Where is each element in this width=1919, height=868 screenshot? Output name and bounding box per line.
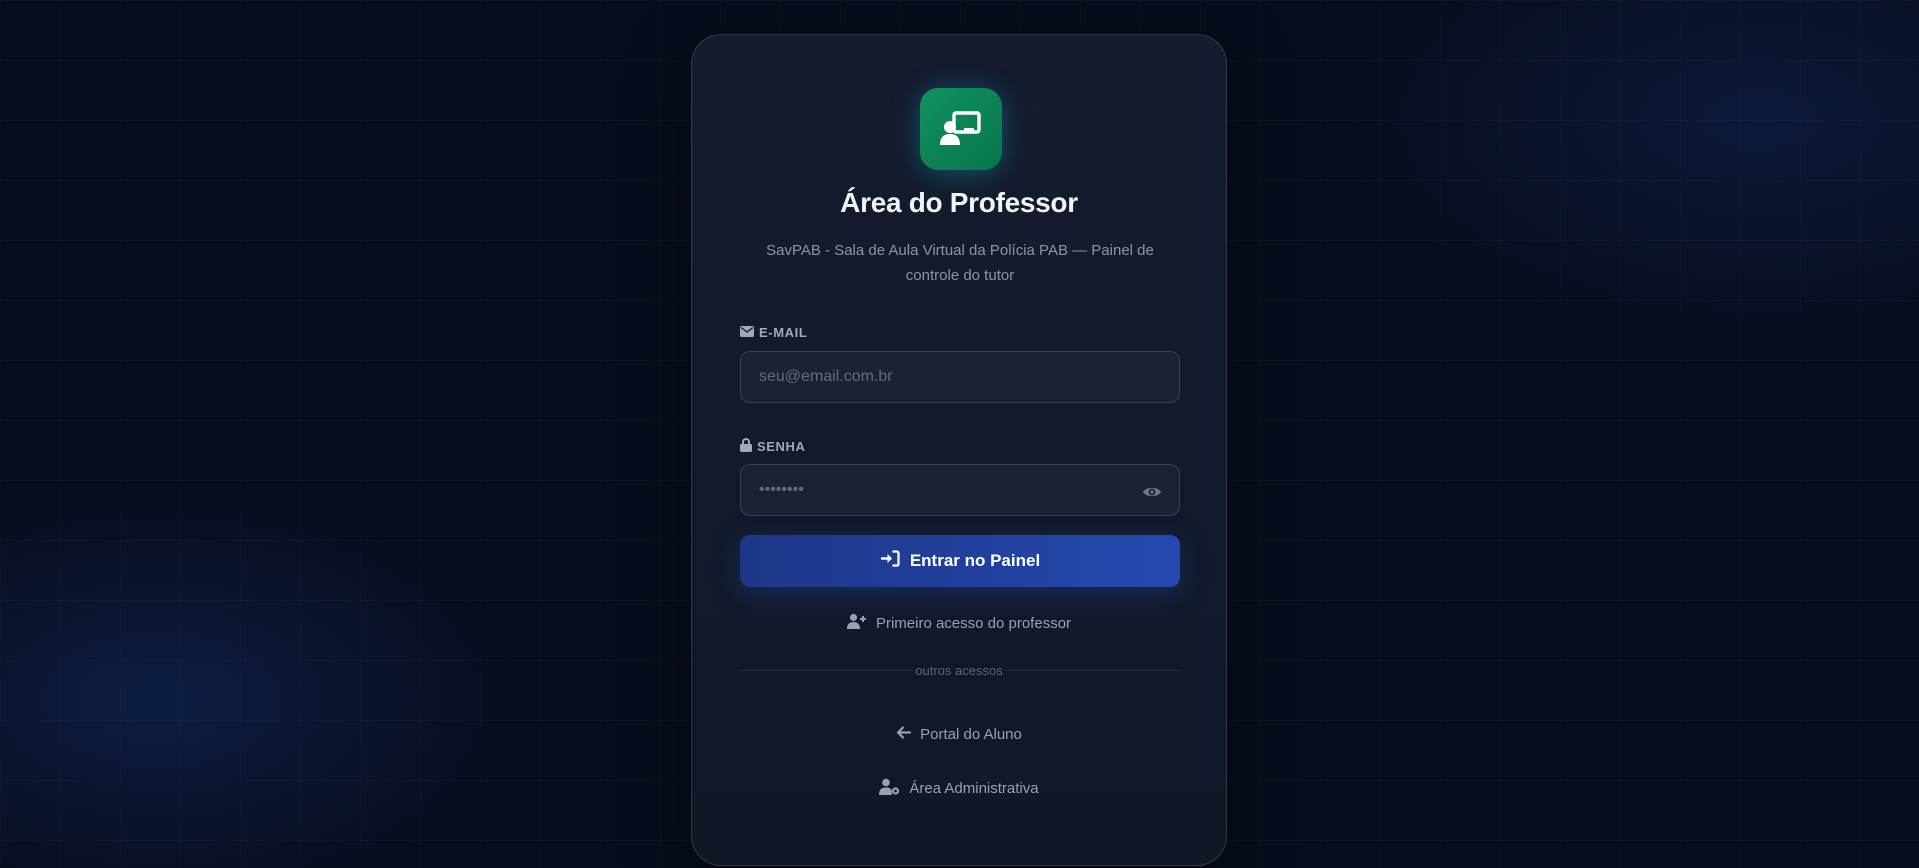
user-gear-icon: [879, 778, 900, 799]
student-portal-link[interactable]: Portal do Aluno: [692, 726, 1226, 743]
email-label: E-MAIL: [740, 325, 807, 340]
password-label-text: SENHA: [757, 439, 806, 454]
eye-icon[interactable]: [1140, 480, 1164, 504]
login-card: Área do Professor SavPAB - Sala de Aula …: [691, 34, 1227, 866]
student-portal-label: Portal do Aluno: [920, 726, 1022, 743]
first-access-link[interactable]: Primeiro acesso do professor: [692, 613, 1226, 633]
arrow-left-icon: [896, 726, 912, 743]
page-title: Área do Professor: [840, 187, 1078, 218]
envelope-icon: [740, 325, 754, 340]
user-plus-icon: [846, 613, 867, 633]
password-label: SENHA: [740, 438, 806, 455]
sign-in-icon: [880, 550, 900, 572]
login-button-label: Entrar no Painel: [909, 551, 1041, 570]
password-field[interactable]: [740, 464, 1180, 516]
divider-label: outros acessos: [913, 663, 1005, 678]
chalkboard-teacher-icon: [920, 88, 1002, 170]
email-label-text: E-MAIL: [759, 325, 808, 340]
email-field[interactable]: [740, 351, 1180, 403]
login-button[interactable]: Entrar no Painel: [740, 535, 1180, 587]
admin-area-link[interactable]: Área Administrativa: [692, 778, 1226, 799]
admin-area-label: Área Administrativa: [909, 780, 1039, 797]
lock-icon: [740, 438, 752, 455]
page-subtitle: SavPAB - Sala de Aula Virtual da Polícia…: [766, 242, 1154, 284]
first-access-label: Primeiro acesso do professor: [875, 614, 1072, 632]
